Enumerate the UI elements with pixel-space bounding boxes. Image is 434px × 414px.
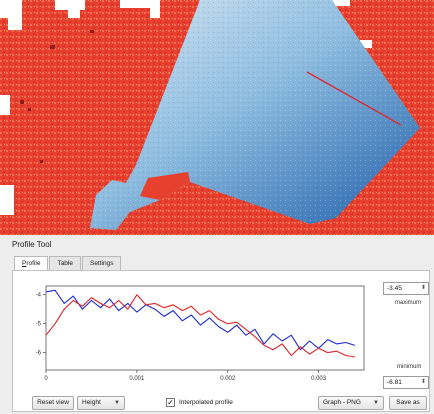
tab-profile-label: rofile xyxy=(26,260,41,267)
interpolated-profile-label: Interpolated profile xyxy=(179,398,233,406)
profile-tabs: Profile Table Settings xyxy=(14,256,122,271)
maximum-value: -3.45 xyxy=(387,285,402,292)
minimum-spinbox[interactable]: -6.81 ⬍ xyxy=(383,376,429,389)
spin-arrows-icon[interactable]: ⬍ xyxy=(421,283,426,294)
maximum-spinbox[interactable]: -3.45 ⬍ xyxy=(383,282,429,295)
tab-profile[interactable]: Profile xyxy=(14,256,49,271)
tab-table[interactable]: Table xyxy=(49,256,81,270)
y-tick-label: -4 xyxy=(36,293,42,299)
spin-arrows-icon[interactable]: ⬍ xyxy=(421,377,426,388)
minimum-label: minimum xyxy=(397,364,422,370)
maximum-label: maximum xyxy=(395,300,422,306)
y-tick-label: -6 xyxy=(36,351,42,357)
save-as-button[interactable]: Save as xyxy=(389,396,427,410)
x-tick-label: 0.002 xyxy=(220,376,236,382)
tab-settings[interactable]: Settings xyxy=(81,256,122,270)
y-tick-label: -5 xyxy=(36,322,42,328)
minimum-value: -6.81 xyxy=(387,379,402,386)
profile-chart[interactable]: -4 -5 -6 0 0.001 0.002 0.003 xyxy=(30,282,378,386)
chevron-down-icon: ▼ xyxy=(373,400,379,406)
x-tick-label: 0.003 xyxy=(311,376,327,382)
chevron-down-icon: ▼ xyxy=(114,400,120,406)
profile-mode-value: Height xyxy=(82,399,101,406)
export-format-select[interactable]: Graph - PNG ▼ xyxy=(318,396,384,410)
checkmark-icon: ✓ xyxy=(166,397,175,407)
panel-title: Profile Tool xyxy=(12,240,52,249)
x-tick-label: 0 xyxy=(44,376,48,382)
profile-mode-select[interactable]: Height ▼ xyxy=(77,396,125,410)
map-canvas[interactable] xyxy=(0,0,434,235)
interpolated-profile-checkbox[interactable]: ✓ Interpolated profile xyxy=(166,396,233,408)
reset-view-button[interactable]: Reset view xyxy=(32,396,74,410)
x-tick-label: 0.001 xyxy=(129,376,145,382)
export-format-value: Graph - PNG xyxy=(323,399,361,406)
